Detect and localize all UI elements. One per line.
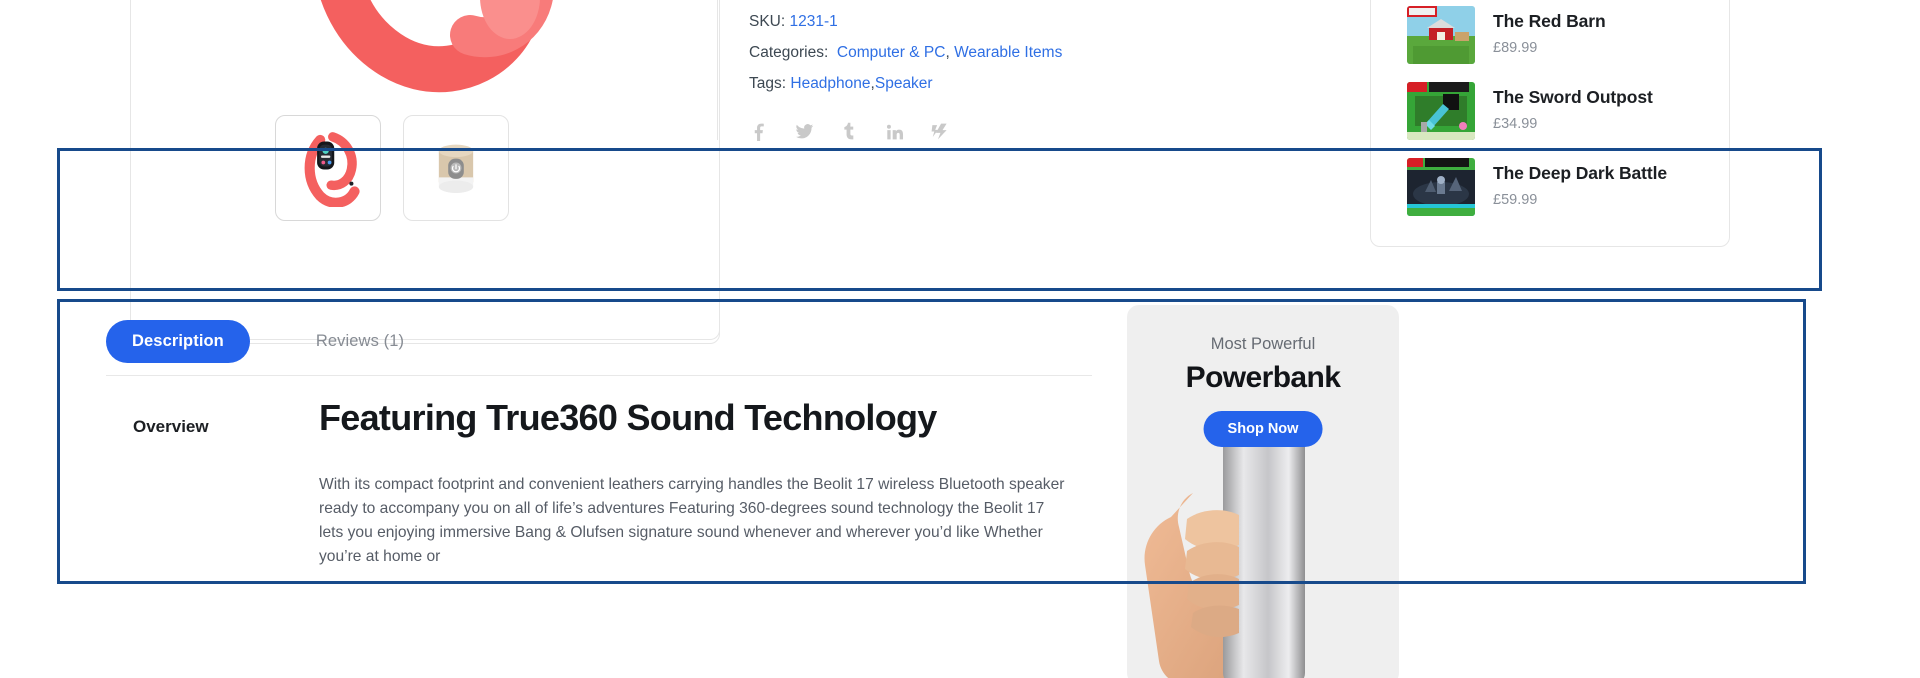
shop-now-button[interactable]: Shop Now [1203, 411, 1323, 447]
product-name: The Deep Dark Battle [1493, 163, 1668, 183]
product-price: £34.99 [1493, 116, 1538, 132]
categories-label: Categories: [749, 44, 829, 61]
product-tabs-panel: Description Reviews (1) Overview Featuri… [106, 305, 1106, 678]
product-info: The Sword Outpost £34.99 [1493, 82, 1653, 132]
categories-row: Categories: Computer & PC, Wearable Item… [749, 37, 1349, 68]
smart-speaker-thumb-icon [438, 144, 474, 193]
promo-title: Powerbank [1185, 361, 1341, 394]
twitter-icon[interactable] [795, 121, 814, 142]
gallery-thumbnails [275, 115, 509, 221]
overview-body-text: With its compact footprint and convenien… [319, 476, 1065, 565]
tabs-row: Description Reviews (1) [106, 320, 430, 363]
sword-outpost-set-image [1407, 82, 1475, 140]
categories-separator: , [945, 44, 955, 61]
tab-reviews[interactable]: Reviews (1) [290, 320, 430, 363]
thumbnail-fitness-band[interactable] [275, 115, 381, 221]
deep-dark-battle-set-image [1407, 158, 1475, 216]
category-link-wearable-items[interactable]: Wearable Items [954, 44, 1062, 61]
overview-heading: Featuring True360 Sound Technology [319, 397, 937, 438]
product-thumbnail [1407, 82, 1475, 140]
tab-description[interactable]: Description [106, 320, 250, 363]
product-meta: SKU: 1231-1 Categories: Computer & PC, W… [749, 6, 1349, 99]
fitness-band-thumb-icon [304, 132, 360, 207]
promo-kicker: Most Powerful [1210, 335, 1316, 353]
thumbnail-smart-speaker[interactable] [403, 115, 509, 221]
social-share-row [750, 121, 949, 142]
list-item[interactable]: The Sword Outpost £34.99 [1407, 82, 1707, 158]
product-info: The Deep Dark Battle £59.99 [1493, 158, 1667, 208]
product-thumbnail [1407, 6, 1475, 64]
linkedin-icon[interactable] [885, 121, 904, 142]
sku-value[interactable]: 1231-1 [790, 13, 838, 30]
tag-link-headphone[interactable]: Headphone [790, 75, 870, 92]
product-thumbnail [1407, 158, 1475, 216]
flickr-icon[interactable] [930, 121, 949, 142]
list-item[interactable]: The Red Barn £89.99 [1407, 6, 1707, 82]
sku-label: SKU: [749, 13, 786, 30]
tabs-separator [106, 375, 1092, 376]
product-detail-page: SKU: 1231-1 Categories: Computer & PC, W… [0, 0, 1920, 678]
product-name: The Sword Outpost [1493, 87, 1653, 107]
list-item[interactable]: The Deep Dark Battle £59.99 [1407, 158, 1707, 234]
overview-label: Overview [133, 417, 209, 436]
category-link-computer-pc[interactable]: Computer & PC [837, 44, 946, 61]
tags-row: Tags: Headphone,Speaker [749, 68, 1349, 99]
sku-row: SKU: 1231-1 [749, 6, 1349, 37]
product-name: The Red Barn [1493, 11, 1606, 31]
product-info: The Red Barn £89.99 [1493, 6, 1606, 56]
related-products-list: The Red Barn £89.99 The Sword Outpost £3… [1407, 6, 1707, 234]
tag-link-speaker[interactable]: Speaker [875, 75, 933, 92]
powerbank-promo-banner[interactable]: Most Powerful Powerbank Shop Now [1127, 305, 1399, 678]
tags-label: Tags: [749, 75, 787, 92]
column-divider [717, 0, 718, 140]
product-price: £89.99 [1493, 40, 1538, 56]
tumblr-icon[interactable] [840, 121, 859, 142]
red-barn-set-image [1407, 6, 1475, 64]
product-price: £59.99 [1493, 192, 1538, 208]
facebook-icon[interactable] [750, 121, 769, 142]
